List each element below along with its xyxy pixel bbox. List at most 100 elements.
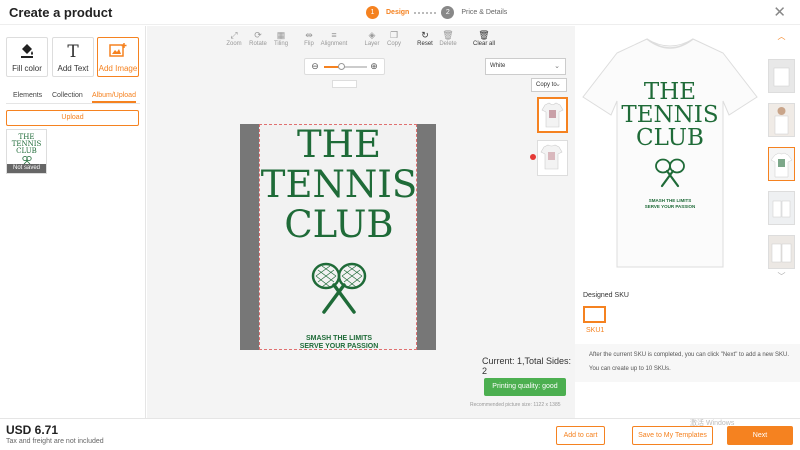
tshirt-thumb-icon xyxy=(770,152,793,178)
side-thumb-back[interactable] xyxy=(537,140,568,176)
edit-toolbar: ⤢ Zoom ⟳ Rotate ▦ Tiling ⇹ Flip ≡ Alignment ◈… xyxy=(147,26,575,52)
zoom-value-box xyxy=(332,80,357,88)
color-select-value: White xyxy=(490,63,506,69)
copy-icon: ❐ xyxy=(389,30,399,40)
view-thumb[interactable] xyxy=(768,59,795,93)
paint-bucket-icon xyxy=(7,42,47,62)
zoom-slider[interactable] xyxy=(324,63,367,70)
side-thumb-front[interactable] xyxy=(537,97,568,133)
add-text-label: Add Text xyxy=(57,64,89,73)
thumb-design-text: THE TENNIS CLUB xyxy=(7,134,46,155)
zoom-slider-handle[interactable] xyxy=(338,63,346,70)
text-T-icon: T xyxy=(67,42,79,62)
canvas-area: ⤢ Zoom ⟳ Rotate ▦ Tiling ⇹ Flip ≡ Alignment ◈… xyxy=(147,26,575,418)
alignment-icon: ≡ xyxy=(331,30,337,40)
step-1-number: 1 xyxy=(366,6,379,19)
chevron-down-icon: ⌄ xyxy=(554,63,560,70)
view-thumb[interactable] xyxy=(768,191,795,225)
recommended-size-text: Recommended picture size: 1122 x 1385 xyxy=(470,402,561,408)
left-panel: Fill color T Add Text Add Image Elements… xyxy=(0,26,146,418)
preview-line: THE xyxy=(643,79,697,105)
add-text-button[interactable]: T Add Text xyxy=(52,37,94,77)
tab-elements[interactable]: Elements xyxy=(13,92,42,99)
add-image-button[interactable]: Add Image xyxy=(97,37,139,77)
page-title: Create a product xyxy=(9,5,113,20)
delete-tool-label: Delete xyxy=(439,41,457,47)
sku-label: SKU1 xyxy=(586,327,605,334)
add-to-cart-button[interactable]: Add to cart xyxy=(556,426,605,445)
app: Create a product 1 Design 2 Price & Deta… xyxy=(0,0,800,450)
step-divider xyxy=(414,11,437,14)
current-sides-text: Current: 1,Total Sides: 2 xyxy=(482,356,572,376)
tennis-rackets-icon xyxy=(311,262,367,314)
zoom-tool-label: Zoom xyxy=(226,41,242,47)
tab-album-upload[interactable]: Album/Upload xyxy=(92,92,136,103)
close-icon[interactable]: ✕ xyxy=(773,5,786,20)
slogan-line: SMASH THE LIMITS xyxy=(305,335,373,342)
design-title-line: CLUB xyxy=(284,203,394,246)
chevron-down-icon[interactable]: ﹀ xyxy=(768,271,795,282)
model-photo-icon xyxy=(769,236,794,268)
design-title-line: THE xyxy=(297,123,381,166)
preview-rackets-icon xyxy=(655,158,685,188)
view-thumb[interactable] xyxy=(768,103,795,137)
copy-to-label: Copy to xyxy=(536,82,557,88)
copy-tool[interactable]: ❐ Copy xyxy=(379,29,409,47)
header: Create a product 1 Design 2 Price & Deta… xyxy=(0,0,800,25)
product-preview: THE TENNIS CLUB SMASH THE LIMITS SERVE Y… xyxy=(577,31,763,271)
clear-all-label: Clear all xyxy=(472,41,495,47)
upload-button[interactable]: Upload xyxy=(6,110,139,126)
print-area: THE TENNIS CLUB SMASH THE LIMITS SERVE Y… xyxy=(240,124,436,350)
preview-slogan-line: SERVE YOUR PASSION xyxy=(644,204,696,209)
zoom-in-icon[interactable]: ⊕ xyxy=(368,60,380,72)
zoom-out-icon[interactable]: ⊖ xyxy=(309,60,321,72)
asset-tabs: Elements Collection Album/Upload xyxy=(6,89,140,104)
trash-icon: 🗑 xyxy=(478,30,490,40)
save-template-button[interactable]: Save to My Templates xyxy=(632,426,713,445)
view-thumb[interactable] xyxy=(768,235,795,269)
trash-icon: 🗑 xyxy=(442,30,454,40)
copy-to-dropdown[interactable]: Copy to ⌄ xyxy=(531,78,567,92)
designed-sku-label: Designed SKU xyxy=(583,292,629,299)
printing-quality-badge: Printing quality: good xyxy=(484,378,566,396)
slogan-line: SERVE YOUR PASSION xyxy=(299,343,379,350)
view-thumb-active[interactable] xyxy=(768,147,795,181)
preview-slogan: SMASH THE LIMITS SERVE YOUR PASSION xyxy=(620,198,720,210)
preview-line: TENNIS xyxy=(621,102,719,128)
uploaded-image-thumbnail[interactable]: THE TENNIS CLUB Not saved xyxy=(6,129,47,174)
sku-info-box: After the current SKU is completed, you … xyxy=(575,344,800,382)
view-thumbnails: ︿ ﹀ xyxy=(768,31,795,281)
tshirt-back-icon xyxy=(540,144,563,170)
reset-tool-label: Reset xyxy=(417,41,433,47)
info-line: You can create up to 10 SKUs. xyxy=(589,366,671,372)
delete-tool[interactable]: 🗑 Delete xyxy=(433,29,463,47)
chevron-up-icon[interactable]: ︿ xyxy=(768,31,795,42)
sku-swatch[interactable] xyxy=(583,306,606,323)
alignment-tool[interactable]: ≡ Alignment xyxy=(319,29,349,47)
next-button[interactable]: Next xyxy=(727,426,793,445)
fill-color-button[interactable]: Fill color xyxy=(6,37,48,77)
tax-note: Tax and freight are not included xyxy=(6,438,104,445)
step-indicator: 1 Design 2 Price & Details xyxy=(366,5,507,20)
alignment-tool-label: Alignment xyxy=(320,41,348,47)
flip-tool-label: Flip xyxy=(304,41,314,47)
zoom-control: ⊖ ⊕ xyxy=(304,58,385,75)
preview-line: CLUB xyxy=(636,125,704,151)
fill-color-label: Fill color xyxy=(12,64,42,73)
model-photo-icon xyxy=(769,60,794,92)
windows-activation-watermark: 激活 Windows xyxy=(690,419,734,428)
step-2-label: Price & Details xyxy=(461,9,508,16)
tiling-tool[interactable]: ▦ Tiling xyxy=(266,29,296,47)
tab-collection[interactable]: Collection xyxy=(52,92,83,99)
design-artwork[interactable]: THE TENNIS CLUB SMASH THE LIMITS SERVE Y… xyxy=(259,124,417,350)
watermark-line: 激活 Windows xyxy=(690,420,735,427)
preview-design-text: THE TENNIS CLUB xyxy=(620,81,720,150)
step-1-label: Design xyxy=(386,9,410,16)
model-photo-icon xyxy=(769,104,794,136)
thumb-rackets-icon xyxy=(22,156,32,164)
tiling-tool-label: Tiling xyxy=(273,41,289,47)
right-panel: THE TENNIS CLUB SMASH THE LIMITS SERVE Y… xyxy=(575,26,800,418)
design-title-line: TENNIS xyxy=(260,163,418,206)
color-select[interactable]: White ⌄ xyxy=(485,58,566,75)
clear-all-tool[interactable]: 🗑 Clear all xyxy=(469,29,499,47)
